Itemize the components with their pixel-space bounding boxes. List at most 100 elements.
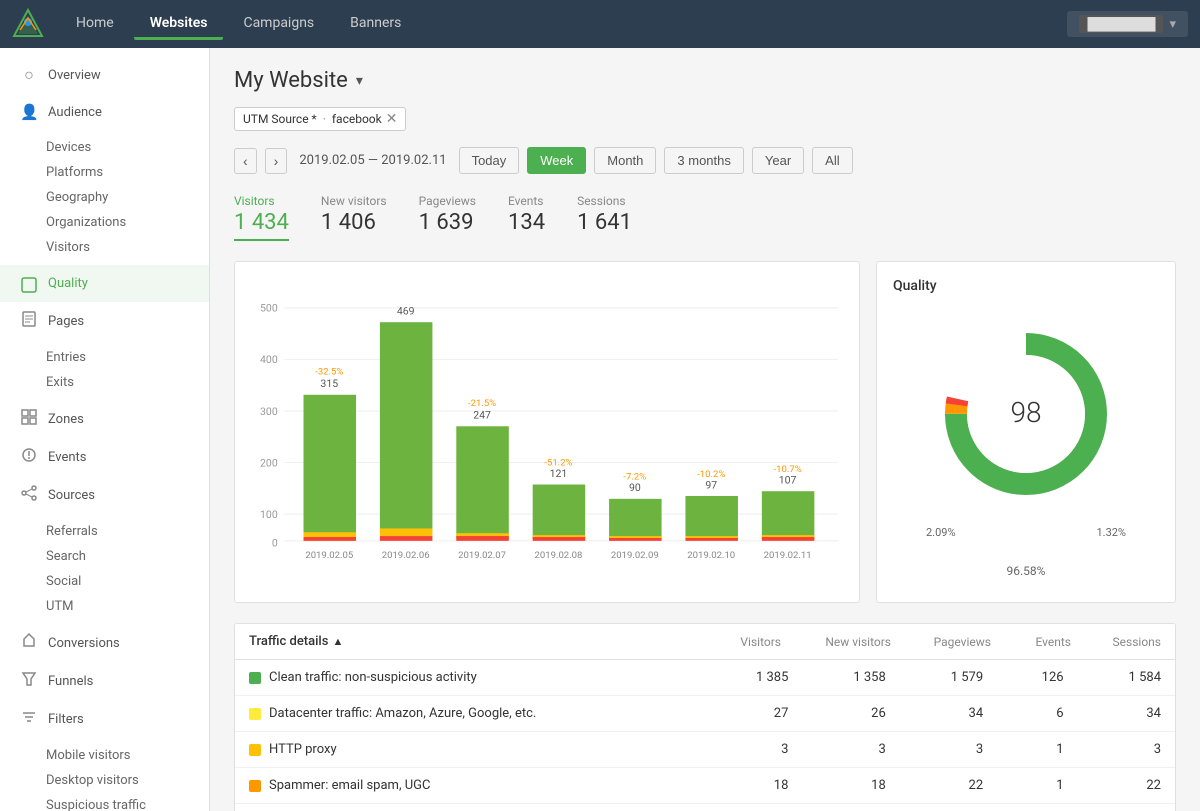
sidebar-item-funnels[interactable]: Funnels [0,662,209,700]
sidebar-item-events[interactable]: Events [0,438,209,476]
svg-text:2019.02.06: 2019.02.06 [382,550,430,561]
sidebar-item-utm[interactable]: UTM [46,594,209,619]
bar-chart-container: 500 400 300 200 100 0 [234,261,860,603]
date-week-button[interactable]: Week [527,147,586,174]
date-month-button[interactable]: Month [594,147,656,174]
stat-visitors[interactable]: Visitors 1 434 [234,194,289,241]
sidebar-item-pages[interactable]: Pages [0,302,209,340]
bar-20190205[interactable] [304,395,357,538]
filter-tag-utm[interactable]: UTM Source * · facebook ✕ [234,107,406,131]
svg-text:97: 97 [705,478,717,491]
col-events-header: Events [991,635,1071,649]
sidebar-item-overview[interactable]: ○ Overview [0,56,209,94]
donut-pct-green: 96.58% [1007,564,1046,578]
sidebar-item-platforms[interactable]: Platforms [46,160,209,185]
traffic-visitors: 1 [705,804,802,811]
traffic-events: 1 [997,732,1077,768]
stat-new-visitors[interactable]: New visitors 1 406 [321,194,387,241]
svg-text:247: 247 [473,409,491,422]
donut-pct-orange: 2.09% [926,526,956,539]
traffic-events: 6 [997,696,1077,732]
sidebar-item-devices[interactable]: Devices [46,135,209,160]
date-all-button[interactable]: All [812,147,852,174]
bar-20190211[interactable] [762,491,815,539]
sidebar-item-geography[interactable]: Geography [46,185,209,210]
bar-20190210[interactable] [685,496,738,539]
sidebar-label-funnels: Funnels [48,674,93,689]
stat-new-visitors-label: New visitors [321,194,387,208]
nav-banners[interactable]: Banners [334,9,417,40]
traffic-data-table: Clean traffic: non-suspicious activity 1… [235,660,1175,811]
sidebar-item-search[interactable]: Search [46,544,209,569]
page-title-dropdown-icon[interactable]: ▾ [356,73,363,89]
sidebar-label-sources: Sources [48,488,95,503]
traffic-sessions: 1 584 [1078,660,1175,696]
sidebar-item-social[interactable]: Social [46,569,209,594]
traffic-new-visitors: 1 [802,804,899,811]
sidebar-item-suspicious-traffic[interactable]: Suspicious traffic [46,793,209,811]
audience-sub: Devices Platforms Geography Organization… [0,130,209,265]
sidebar-item-mobile-visitors[interactable]: Mobile visitors [46,743,209,768]
date-today-button[interactable]: Today [459,147,520,174]
table-row: Clean traffic: non-suspicious activity 1… [235,660,1175,696]
nav-items: Home Websites Campaigns Banners [60,9,1067,40]
traffic-new-visitors: 3 [802,732,899,768]
nav-websites[interactable]: Websites [134,9,224,40]
sidebar-item-conversions[interactable]: Conversions [0,624,209,662]
traffic-visitors: 18 [705,768,802,804]
svg-text:-10.7%: -10.7% [774,464,802,475]
col-visitors-header: Visitors [691,635,781,649]
sidebar-item-entries[interactable]: Entries [46,345,209,370]
sidebar-item-sources[interactable]: Sources [0,476,209,514]
svg-text:107: 107 [779,474,797,487]
traffic-table-header[interactable]: Traffic details ▲ Visitors New visitors … [235,624,1175,660]
svg-text:2019.02.10: 2019.02.10 [687,550,735,561]
svg-text:121: 121 [550,467,568,480]
funnels-icon [20,671,38,691]
sidebar-item-desktop-visitors[interactable]: Desktop visitors [46,768,209,793]
sidebar-item-organizations[interactable]: Organizations [46,210,209,235]
donut-pct-red: 1.32% [1096,526,1126,539]
stat-events[interactable]: Events 134 [508,194,545,241]
traffic-events: 0 [997,804,1077,811]
sidebar-item-referrals[interactable]: Referrals [46,519,209,544]
sidebar-label-filters: Filters [48,712,84,727]
svg-text:200: 200 [260,456,278,469]
sidebar-label-pages: Pages [48,314,84,329]
bar-20190208[interactable] [533,485,586,539]
user-menu[interactable]: ████████ ▾ [1067,11,1188,37]
stat-sessions-label: Sessions [577,194,632,208]
traffic-new-visitors: 18 [802,768,899,804]
date-year-button[interactable]: Year [752,147,804,174]
date-prev-button[interactable]: ‹ [234,148,257,174]
stat-sessions[interactable]: Sessions 1 641 [577,194,632,241]
bar-20190206[interactable] [380,322,433,533]
traffic-details-label: Traffic details [249,634,328,649]
traffic-new-visitors: 1 358 [802,660,899,696]
filter-tag-close-icon[interactable]: ✕ [386,111,398,127]
sidebar-item-exits[interactable]: Exits [46,370,209,395]
traffic-pageviews: 3 [900,732,997,768]
sources-sub: Referrals Search Social UTM [0,514,209,624]
sidebar-item-quality[interactable]: Quality [0,265,209,302]
traffic-row-label: Clean traffic: non-suspicious activity [269,670,477,685]
sidebar-item-audience[interactable]: 👤 Audience [0,94,209,130]
sidebar-item-filters[interactable]: Filters [0,700,209,738]
bar-20190209[interactable] [609,499,662,539]
nav-home[interactable]: Home [60,9,130,40]
donut-legend: 2.09% 1.32% 96.58% [893,526,1159,578]
main-layout: ○ Overview 👤 Audience Devices Platforms … [0,48,1200,811]
date-next-button[interactable]: › [265,148,288,174]
sidebar-item-zones[interactable]: Zones [0,400,209,438]
table-row: HTTP proxy 3 3 3 1 3 [235,732,1175,768]
donut-area: 98 2.09% 1.32% 96.58% [893,306,1159,586]
nav-campaigns[interactable]: Campaigns [227,9,330,40]
date-3months-button[interactable]: 3 months [664,147,743,174]
sources-icon [20,485,38,505]
traffic-row-label: Datacenter traffic: Amazon, Azure, Googl… [269,706,536,721]
bar-20190207[interactable] [456,426,509,538]
stat-pageviews[interactable]: Pageviews 1 639 [419,194,476,241]
svg-text:-7.2%: -7.2% [623,472,646,483]
svg-text:-21.5%: -21.5% [468,398,496,409]
sidebar-item-visitors[interactable]: Visitors [46,235,209,260]
